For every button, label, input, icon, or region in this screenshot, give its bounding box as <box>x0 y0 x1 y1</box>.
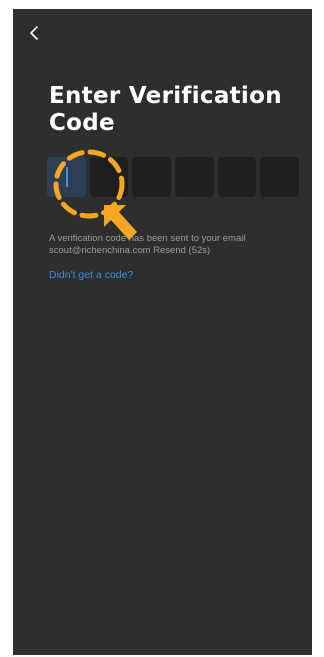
back-button[interactable] <box>23 21 47 45</box>
code-digit-box-4[interactable] <box>175 157 214 197</box>
code-digit-box-2[interactable] <box>89 157 129 197</box>
code-digit-box-1[interactable] <box>47 157 86 197</box>
verification-message-line-2: scout@richenchina.com Resend (52s) <box>49 244 211 256</box>
verification-message-line-1: A verification code has been sent to you… <box>49 233 246 244</box>
code-digit-box-6[interactable] <box>260 157 300 197</box>
verification-message: A verification code has been sent to you… <box>49 233 299 256</box>
didnt-get-code-link[interactable]: Didn't get a code? <box>49 269 133 281</box>
code-digit-box-5[interactable] <box>217 157 257 197</box>
chevron-left-icon <box>30 26 38 40</box>
page-title: Enter Verification Code <box>49 83 282 136</box>
verification-code-input[interactable] <box>47 157 300 197</box>
code-digit-box-3[interactable] <box>132 157 172 197</box>
text-caret <box>66 167 68 187</box>
verification-screen: Enter Verification Code A verification c… <box>13 9 312 655</box>
